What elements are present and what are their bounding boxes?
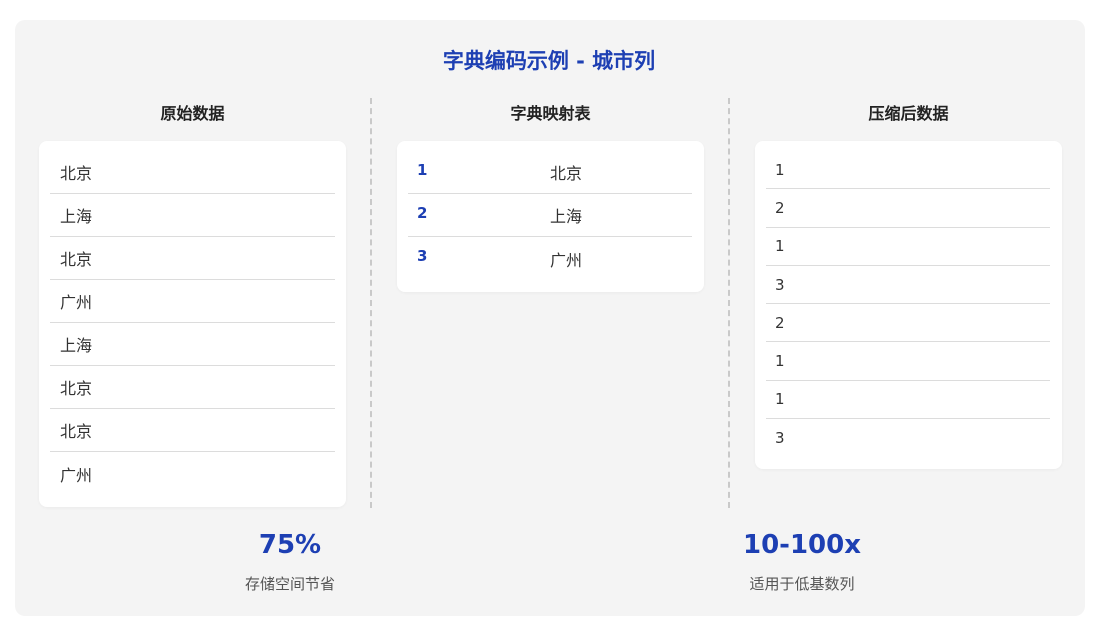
- original-data-row: 上海: [50, 323, 335, 366]
- original-data-row: 北京: [50, 237, 335, 280]
- compressed-data-row: 2: [766, 189, 1050, 228]
- original-data-row: 广州: [50, 280, 335, 323]
- dictionary-value: 广州: [550, 250, 583, 270]
- dictionary-value: 北京: [550, 164, 583, 183]
- compressed-data-row: 1: [766, 381, 1050, 420]
- cardinality-speedup-value: 10-100x: [742, 530, 861, 560]
- dictionary-row: 3 广州: [408, 237, 692, 280]
- original-data-row: 北京: [50, 409, 335, 452]
- dictionary-value: 上海: [550, 207, 583, 226]
- diagram-title: 字典编码示例 - 城市列: [442, 49, 656, 73]
- compressed-data-list: 1 2 1 3 2 1 1 3: [766, 151, 1050, 457]
- original-data-row: 上海: [50, 194, 335, 237]
- dictionary-row: 2 上海: [408, 194, 692, 237]
- compressed-data-row: 1: [766, 342, 1050, 381]
- compressed-data-row: 1: [766, 228, 1050, 266]
- compressed-data-row: 2: [766, 304, 1050, 343]
- dictionary-code: 2: [417, 204, 428, 222]
- original-data-list: 北京 上海 北京 广州 上海 北京 北京 广州: [50, 151, 335, 495]
- compressed-data-row: 3: [775, 429, 785, 448]
- dictionary-code: 1: [417, 161, 428, 179]
- dictionary-row: 1 北京: [408, 151, 692, 194]
- dictionary-heading: 字典映射表: [510, 104, 591, 123]
- dictionary-list: 1 北京 2 上海 3 广州: [408, 151, 692, 280]
- storage-savings-value: 75%: [258, 530, 322, 560]
- original-data-row: 北京: [50, 151, 335, 194]
- compressed-data-row: 3: [766, 266, 1050, 305]
- compressed-data-heading: 压缩后数据: [868, 104, 949, 123]
- cardinality-speedup-label: 适用于低基数列: [749, 575, 855, 593]
- original-data-row: 广州: [60, 465, 93, 485]
- column-divider-left: [370, 98, 372, 508]
- original-data-heading: 原始数据: [160, 104, 225, 123]
- original-data-row: 北京: [50, 366, 335, 409]
- storage-savings-label: 存储空间节省: [244, 575, 335, 593]
- column-divider-right: [728, 98, 730, 508]
- dictionary-code: 3: [417, 247, 428, 265]
- compressed-data-row: 1: [766, 151, 1050, 190]
